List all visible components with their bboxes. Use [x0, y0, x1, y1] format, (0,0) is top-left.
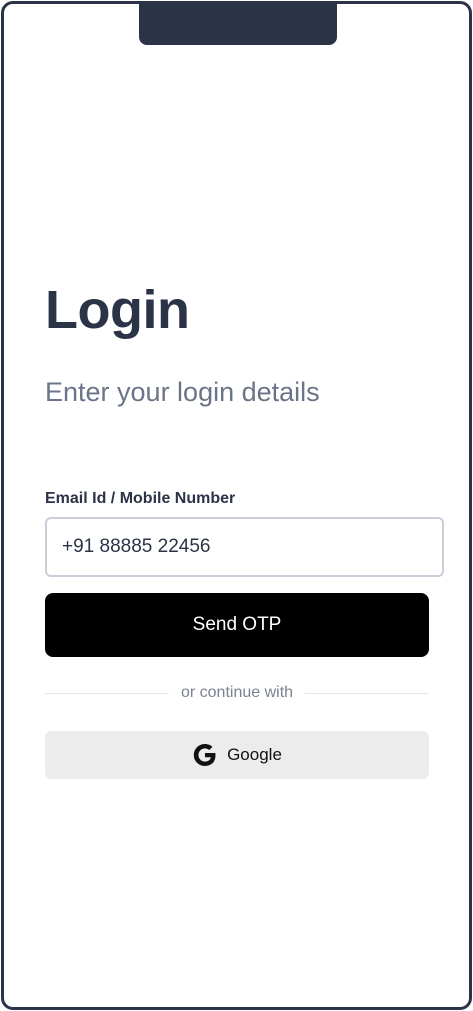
- email-mobile-input-value: +91 88885 22456: [62, 536, 211, 557]
- email-mobile-label: Email Id / Mobile Number: [45, 490, 236, 507]
- divider-line-left: [45, 692, 169, 694]
- device-notch: [139, 4, 337, 45]
- divider: or continue with: [45, 682, 429, 704]
- send-otp-button[interactable]: Send OTP: [45, 593, 429, 657]
- page-title: Login: [45, 280, 190, 340]
- phone-frame: Login Enter your login details Email Id …: [1, 1, 472, 1010]
- divider-line-right: [305, 692, 429, 694]
- page-subtitle: Enter your login details: [45, 377, 320, 407]
- google-icon: [192, 742, 218, 768]
- email-mobile-input[interactable]: +91 88885 22456: [45, 517, 444, 577]
- google-button-label: Google: [227, 745, 282, 764]
- google-login-button[interactable]: Google: [45, 731, 429, 779]
- divider-text: or continue with: [180, 684, 294, 701]
